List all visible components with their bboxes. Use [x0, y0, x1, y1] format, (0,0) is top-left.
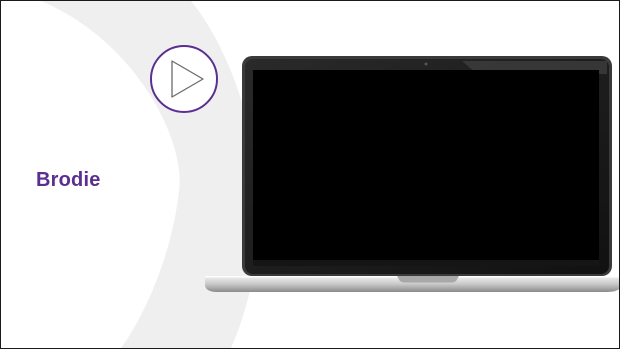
laptop-icon: [205, 56, 619, 292]
page-title: Brodie: [36, 169, 101, 191]
slide-frame: Brodie: [0, 0, 620, 349]
